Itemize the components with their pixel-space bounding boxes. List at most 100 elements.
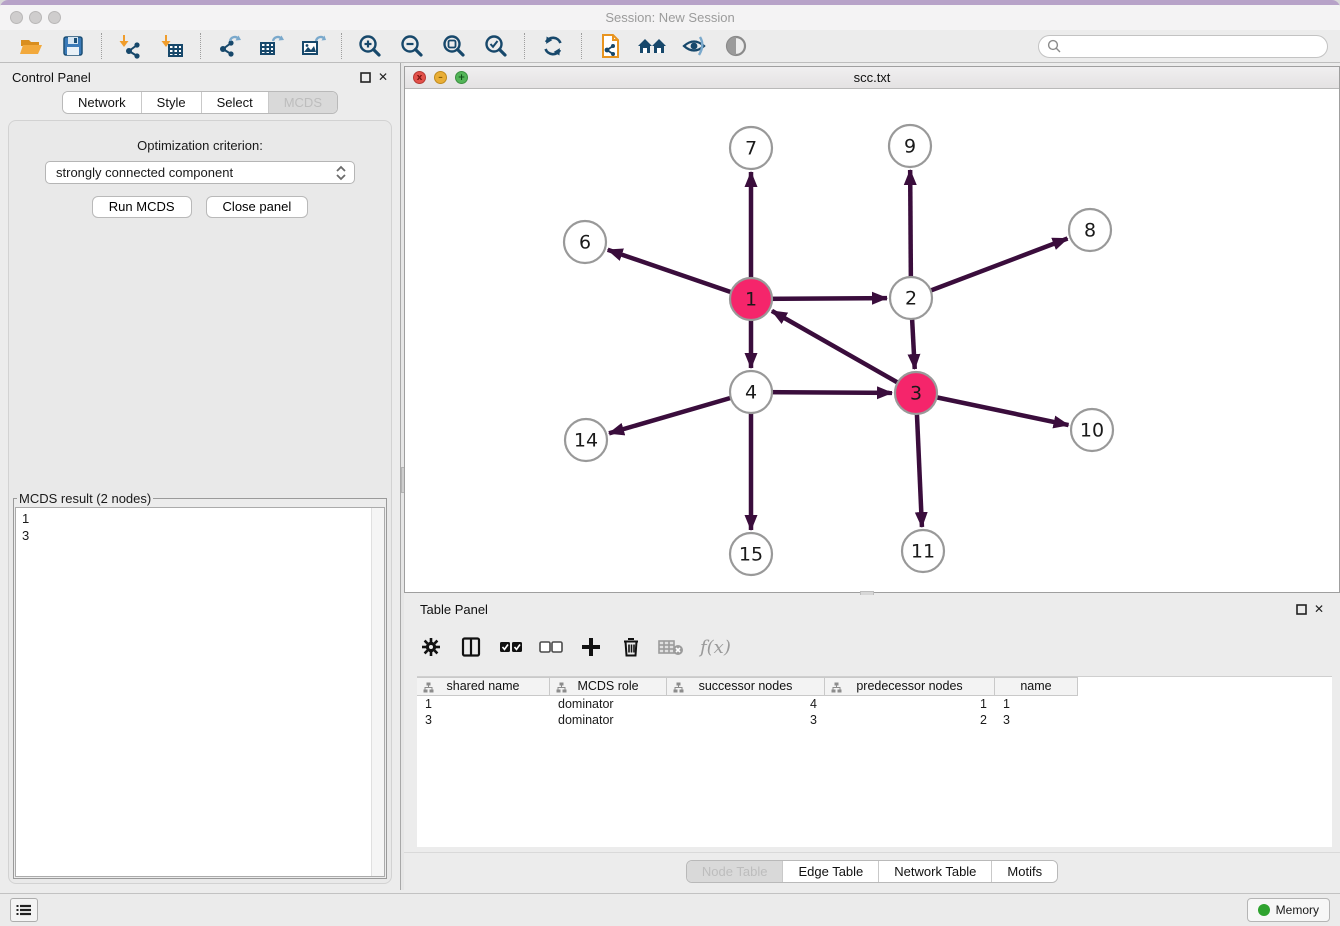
search-icon <box>1047 39 1061 53</box>
graph-edge-3-10[interactable] <box>916 393 1069 425</box>
column-header-successor-nodes[interactable]: successor nodes <box>667 677 825 696</box>
table-settings-gear-icon[interactable] <box>416 632 446 662</box>
tab-network-table[interactable]: Network Table <box>878 861 991 882</box>
add-row-icon[interactable] <box>576 632 606 662</box>
task-history-button[interactable] <box>10 898 38 922</box>
graph-node-10[interactable]: 10 <box>1071 409 1113 451</box>
graph-node-15[interactable]: 15 <box>730 533 772 575</box>
table-cell: dominator <box>550 712 667 728</box>
table-toolbar: f(x) <box>416 628 1328 666</box>
export-image-icon[interactable] <box>292 31 334 61</box>
tree-hierarchy-icon <box>556 682 567 693</box>
tab-mcds[interactable]: MCDS <box>268 92 337 113</box>
refresh-layout-icon[interactable] <box>532 31 574 61</box>
import-table-icon[interactable] <box>151 31 193 61</box>
result-scrollbar[interactable] <box>371 508 384 876</box>
close-panel-button[interactable]: Close panel <box>206 196 309 218</box>
graph-node-11[interactable]: 11 <box>902 530 944 572</box>
minimize-window-button[interactable] <box>29 11 42 24</box>
close-window-button[interactable] <box>10 11 23 24</box>
network-close-button[interactable]: x <box>413 71 426 84</box>
tab-style[interactable]: Style <box>141 92 201 113</box>
network-window-titlebar[interactable]: x – + scc.txt <box>405 67 1339 89</box>
graph-edge-4-14[interactable] <box>609 392 751 433</box>
zoom-window-button[interactable] <box>48 11 61 24</box>
network-graph: 7 9 6 8 1 2 4 3 14 10 15 11 <box>405 90 1339 592</box>
column-label: name <box>1020 679 1051 693</box>
tab-node-table[interactable]: Node Table <box>687 861 783 882</box>
column-header-shared-name[interactable]: shared name <box>417 677 550 696</box>
tree-hierarchy-icon <box>673 682 684 693</box>
mcds-result-list[interactable]: 1 3 <box>15 507 385 877</box>
graph-node-6[interactable]: 6 <box>564 221 606 263</box>
graph-node-8[interactable]: 8 <box>1069 209 1111 251</box>
graph-node-14[interactable]: 14 <box>565 419 607 461</box>
tab-network[interactable]: Network <box>63 92 141 113</box>
graph-node-label: 14 <box>574 430 598 452</box>
graph-node-3[interactable]: 3 <box>895 372 937 414</box>
hide-panel-eye-icon[interactable] <box>673 31 715 61</box>
import-network-icon[interactable] <box>109 31 151 61</box>
table-row[interactable]: 1dominator411 <box>417 696 1332 712</box>
close-table-panel-icon[interactable]: ✕ <box>1314 603 1324 615</box>
window-traffic-lights <box>10 11 61 24</box>
show-eye-icon[interactable] <box>715 31 757 61</box>
network-zoom-button[interactable]: + <box>455 71 468 84</box>
table-cell: 1 <box>995 696 1078 712</box>
close-panel-icon[interactable]: ✕ <box>378 71 388 83</box>
network-minimize-button[interactable]: – <box>434 71 447 84</box>
column-header-MCDS-role[interactable]: MCDS role <box>550 677 667 696</box>
graph-edge-3-1[interactable] <box>772 311 916 393</box>
delete-table-icon[interactable] <box>656 632 686 662</box>
deselect-all-checkboxes-icon[interactable] <box>536 632 566 662</box>
function-builder-fx-icon[interactable]: f(x) <box>696 632 740 662</box>
graph-node-1[interactable]: 1 <box>730 278 772 320</box>
zoom-fit-icon[interactable] <box>433 31 475 61</box>
search-input[interactable] <box>1066 39 1319 54</box>
application-window: Session: New Session <box>0 0 1340 926</box>
graph-node-4[interactable]: 4 <box>730 371 772 413</box>
graph-edge-1-6[interactable] <box>608 250 751 299</box>
network-window-traffic-lights: x – + <box>413 71 468 84</box>
tab-edge-table[interactable]: Edge Table <box>782 861 878 882</box>
graph-edge-2-8[interactable] <box>911 239 1068 298</box>
network-canvas[interactable]: 7 9 6 8 1 2 4 3 14 10 15 11 <box>405 90 1339 592</box>
memory-button[interactable]: Memory <box>1247 898 1330 922</box>
graph-node-9[interactable]: 9 <box>889 125 931 167</box>
toolbar-separator <box>101 33 102 59</box>
table-row[interactable]: 3dominator323 <box>417 712 1332 728</box>
export-table-icon[interactable] <box>250 31 292 61</box>
graph-node-2[interactable]: 2 <box>890 277 932 319</box>
mcds-result-values: 1 3 <box>16 508 384 546</box>
select-stepper-icon <box>334 165 348 181</box>
zoom-selected-icon[interactable] <box>475 31 517 61</box>
home-layout-icon[interactable] <box>631 31 673 61</box>
zoom-out-icon[interactable] <box>391 31 433 61</box>
tree-hierarchy-icon <box>423 682 434 693</box>
optimization-criterion-select[interactable]: strongly connected component <box>45 161 355 184</box>
tab-motifs[interactable]: Motifs <box>991 861 1057 882</box>
graph-node-label: 10 <box>1080 420 1104 442</box>
graph-node-label: 11 <box>911 541 935 563</box>
float-panel-icon[interactable] <box>360 72 371 83</box>
column-label: MCDS role <box>577 679 638 693</box>
table-cell: 3 <box>667 712 825 728</box>
tab-select[interactable]: Select <box>201 92 268 113</box>
save-session-icon[interactable] <box>52 31 94 61</box>
select-all-checkboxes-icon[interactable] <box>496 632 526 662</box>
network-file-icon[interactable] <box>589 31 631 61</box>
column-header-name[interactable]: name <box>995 677 1078 696</box>
column-layout-icon[interactable] <box>456 632 486 662</box>
export-network-icon[interactable] <box>208 31 250 61</box>
run-mcds-button[interactable]: Run MCDS <box>92 196 192 218</box>
table-cell: 4 <box>667 696 825 712</box>
node-table[interactable]: shared name MCDS role successor nodes prede… <box>417 676 1332 847</box>
zoom-in-icon[interactable] <box>349 31 391 61</box>
delete-row-trash-icon[interactable] <box>616 632 646 662</box>
open-session-icon[interactable] <box>10 31 52 61</box>
column-label: predecessor nodes <box>856 679 962 693</box>
column-header-predecessor-nodes[interactable]: predecessor nodes <box>825 677 995 696</box>
graph-node-7[interactable]: 7 <box>730 127 772 169</box>
float-table-panel-icon[interactable] <box>1296 604 1307 615</box>
window-title: Session: New Session <box>0 5 1340 30</box>
